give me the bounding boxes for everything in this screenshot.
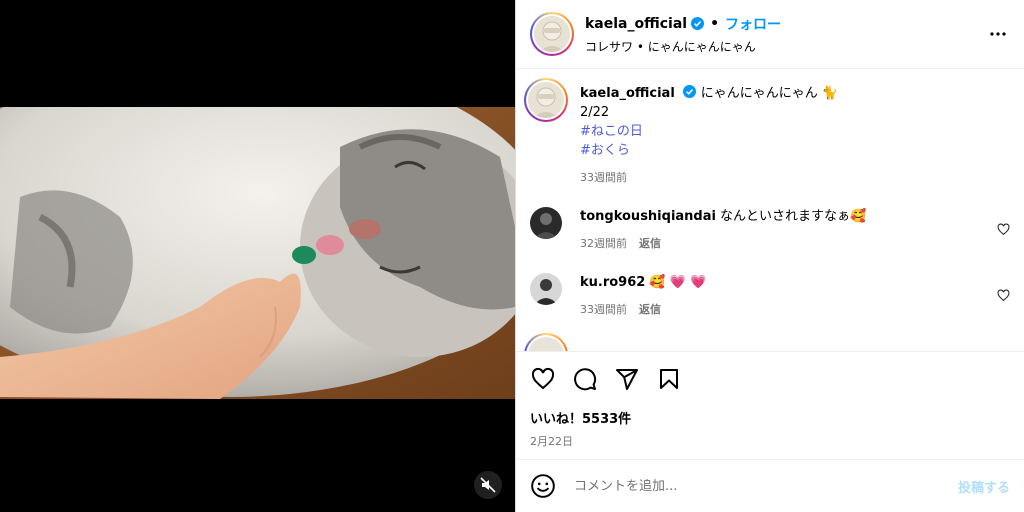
separator-dot: • (710, 15, 720, 32)
caption-first-line: kaela_official にゃんにゃんにゃん 🐈 (580, 84, 986, 103)
hashtag-link[interactable]: #ねこの日 (580, 122, 986, 141)
comment-icon (574, 368, 597, 391)
muted-speaker-icon (480, 477, 496, 493)
comment-item: tongkoushiqiandai なんといされますなぁ🥰 32週間前 返信 (530, 207, 1010, 253)
comment-first-line: ku.ro962 🥰 💗 💗 (580, 273, 986, 292)
avatar[interactable] (530, 12, 574, 56)
header-text: kaela_official • フォロー コレサワ • にゃんにゃんにゃん (585, 14, 781, 55)
caption-item: kaela_official にゃんにゃんにゃん 🐈 2/22 #ねこの日 #おく… (524, 78, 1010, 187)
verified-badge-icon (691, 17, 705, 30)
post-date[interactable]: 2月22日 (530, 433, 1010, 449)
comment-like-heart-icon[interactable] (997, 223, 1010, 236)
caption-date: 2/22 (580, 105, 610, 120)
more-options-icon (990, 32, 1006, 36)
caption-avatar-border (526, 80, 566, 120)
comment-like-heart-icon[interactable] (997, 289, 1010, 302)
verified-badge-icon (682, 85, 696, 98)
comment-body: ku.ro962 🥰 💗 💗 33週間前 返信 (580, 273, 1010, 319)
instagram-post-modal: kaela_official • フォロー コレサワ • にゃんにゃんにゃん k… (0, 0, 1024, 512)
more-options-button[interactable] (986, 22, 1010, 46)
comment-meta: 33週間前 返信 (580, 300, 986, 319)
profile-picture (528, 82, 564, 118)
post-comment-button[interactable]: 投稿する (958, 477, 1010, 496)
comment-input[interactable] (574, 478, 958, 494)
commenter-avatar[interactable] (524, 333, 568, 351)
comments-list[interactable]: kaela_official にゃんにゃんにゃん 🐈 2/22 #ねこの日 #おく… (516, 69, 1024, 351)
comment-text: 🥰 💗 💗 (649, 275, 707, 290)
comment-timestamp[interactable]: 33週間前 (580, 300, 627, 319)
caption-username[interactable]: kaela_official (580, 86, 675, 101)
video-player[interactable] (0, 107, 515, 399)
bookmark-icon (660, 369, 678, 389)
post-details-panel: kaela_official • フォロー コレサワ • にゃんにゃんにゃん k… (515, 0, 1024, 512)
emoji-icon[interactable] (530, 473, 556, 499)
action-icon-row (530, 366, 1010, 392)
header-username[interactable]: kaela_official (585, 16, 687, 32)
caption-timestamp[interactable]: 33週間前 (580, 168, 627, 187)
comment-text: なんといされますなぁ🥰 (719, 209, 867, 224)
follow-button[interactable]: フォロー (725, 14, 781, 34)
commenter-profile-picture (530, 207, 562, 239)
hashtag-link[interactable]: #おくら (580, 141, 986, 160)
header-user-line: kaela_official • フォロー (585, 14, 781, 34)
avatar-border (532, 14, 572, 54)
caption-body: kaela_official にゃんにゃんにゃん 🐈 2/22 #ねこの日 #おく… (580, 84, 1010, 187)
comment-body: tongkoushiqiandai なんといされますなぁ🥰 32週間前 返信 (580, 207, 1010, 253)
location-text[interactable]: コレサワ • にゃんにゃんにゃん (585, 38, 781, 55)
share-button[interactable] (614, 366, 640, 392)
commenter-avatar-border (526, 335, 566, 351)
save-button[interactable] (656, 366, 682, 392)
commenter-profile-picture (530, 273, 562, 305)
commenter-avatar-image (528, 337, 564, 351)
reply-button[interactable]: 返信 (639, 300, 661, 319)
caption-avatar-image (528, 82, 564, 118)
add-comment-bar: 投稿する (516, 459, 1024, 512)
share-icon (616, 369, 638, 390)
caption-avatar[interactable] (524, 78, 568, 122)
comment-item: ku.ro962 🥰 💗 💗 33週間前 返信 (530, 273, 1010, 319)
comment-button[interactable] (572, 366, 598, 392)
caption-text: にゃんにゃんにゃん 🐈 (700, 86, 839, 101)
comment-item (524, 333, 1010, 351)
profile-picture (534, 16, 570, 52)
heart-icon (531, 367, 555, 390)
commenter-avatar[interactable] (530, 207, 562, 239)
comment-meta: 32週間前 返信 (580, 234, 986, 253)
like-button[interactable] (530, 366, 556, 392)
commenter-avatar[interactable] (530, 273, 562, 305)
comment-timestamp[interactable]: 32週間前 (580, 234, 627, 253)
post-media[interactable] (0, 0, 515, 512)
post-header: kaela_official • フォロー コレサワ • にゃんにゃんにゃん (516, 0, 1024, 69)
comment-first-line: tongkoushiqiandai なんといされますなぁ🥰 (580, 207, 986, 226)
avatar-image (534, 16, 570, 52)
caption-meta: 33週間前 (580, 168, 986, 187)
reply-button[interactable]: 返信 (639, 234, 661, 253)
cat-video-frame (0, 107, 515, 399)
mute-toggle-button[interactable] (474, 471, 502, 499)
comment-username[interactable]: tongkoushiqiandai (580, 209, 716, 224)
likes-count[interactable]: いいね！5533件 (530, 408, 1010, 427)
comment-username[interactable]: ku.ro962 (580, 275, 645, 290)
post-actions: いいね！5533件 2月22日 (516, 351, 1024, 471)
